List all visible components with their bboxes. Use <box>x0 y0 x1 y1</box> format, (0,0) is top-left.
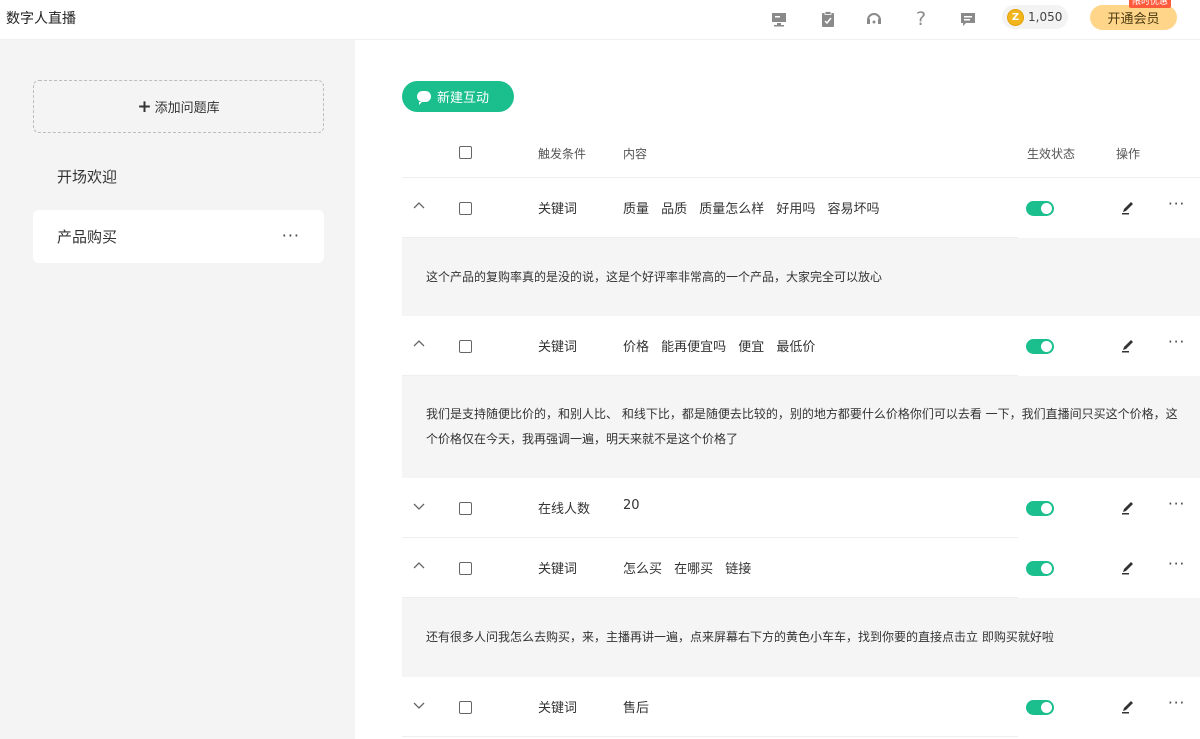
chevron-down-icon[interactable] <box>412 499 426 513</box>
sidebar-item-product-purchase[interactable]: 产品购买 ··· <box>33 210 324 263</box>
status-actions-cell: ··· <box>1018 178 1200 238</box>
row-checkbox[interactable] <box>459 340 472 353</box>
column-header-condition: 触发条件 <box>538 147 587 161</box>
support-icon[interactable] <box>862 8 886 30</box>
edit-icon[interactable] <box>1120 499 1136 515</box>
add-question-library-button[interactable]: + 添加问题库 <box>33 80 324 133</box>
edit-icon[interactable] <box>1120 698 1136 714</box>
chevron-up-icon[interactable] <box>412 337 426 351</box>
select-all-checkbox[interactable] <box>459 146 472 159</box>
column-header-status: 生效状态 <box>1027 147 1076 161</box>
new-interaction-button[interactable]: 新建互动 <box>402 81 514 112</box>
trigger-condition: 关键词 <box>538 701 578 716</box>
table-row[interactable]: 关键词 售后 ··· <box>402 677 1200 737</box>
vip-button[interactable]: 开通会员 <box>1090 5 1177 30</box>
more-icon[interactable]: ··· <box>1168 195 1185 213</box>
more-icon[interactable]: ··· <box>1168 333 1185 351</box>
more-icon[interactable]: ··· <box>1168 495 1185 513</box>
table-header: 触发条件 内容 生效状态 操作 <box>402 128 1200 178</box>
chevron-up-icon[interactable] <box>412 559 426 573</box>
keyword-content: 价格 能再便宜吗 便宜 最低价 <box>623 340 816 355</box>
top-bar: 数字人直播 ? Z 1,050 开通会员 限时优惠 <box>0 0 1200 40</box>
new-interaction-label: 新建互动 <box>437 91 490 106</box>
edit-icon[interactable] <box>1120 559 1136 575</box>
sidebar-item-label: 开场欢迎 <box>57 168 118 186</box>
row-checkbox[interactable] <box>459 562 472 575</box>
row-checkbox[interactable] <box>459 701 472 714</box>
reply-text: 还有很多人问我怎么去购买，来，主播再讲一遍，点来屏幕右下方的黄色小车车，找到你要… <box>426 630 1054 644</box>
vip-promo-badge: 限时优惠 <box>1129 0 1172 8</box>
reply-detail: 这个产品的复购率真的是没的说，这是个好评率非常高的一个产品，大家完全可以放心 <box>402 238 1200 316</box>
app-title: 数字人直播 <box>6 11 76 27</box>
coin-icon: Z <box>1007 8 1024 26</box>
online-count-value: 20 <box>623 498 640 513</box>
status-toggle[interactable] <box>1026 201 1054 216</box>
keyword-content: 质量 品质 质量怎么样 好用吗 容易坏吗 <box>623 202 880 217</box>
sidebar-item-label: 产品购买 <box>57 228 118 246</box>
row-checkbox[interactable] <box>459 502 472 515</box>
status-actions-cell: ··· <box>1018 478 1200 538</box>
trigger-condition: 关键词 <box>538 562 578 577</box>
status-toggle[interactable] <box>1026 339 1054 354</box>
trigger-condition: 在线人数 <box>538 502 591 517</box>
row-checkbox[interactable] <box>459 202 472 215</box>
trigger-condition: 关键词 <box>538 202 578 217</box>
reply-detail: 还有很多人问我怎么去购买，来，主播再讲一遍，点来屏幕右下方的黄色小车车，找到你要… <box>402 598 1200 677</box>
edit-icon[interactable] <box>1120 199 1136 215</box>
reply-text: 这个产品的复购率真的是没的说，这是个好评率非常高的一个产品，大家完全可以放心 <box>426 269 883 284</box>
coin-balance[interactable]: Z 1,050 <box>1002 5 1068 29</box>
more-icon[interactable]: ··· <box>1168 694 1185 712</box>
message-icon[interactable] <box>956 8 980 30</box>
add-library-label: 添加问题库 <box>154 101 220 116</box>
status-actions-cell: ··· <box>1018 677 1200 737</box>
status-actions-cell: ··· <box>1018 316 1200 376</box>
column-header-content: 内容 <box>623 147 648 161</box>
chat-bubble-icon <box>417 91 431 105</box>
help-icon[interactable]: ? <box>909 8 933 30</box>
table-row[interactable]: 关键词 怎么买 在哪买 链接 ··· <box>402 538 1200 598</box>
reply-text: 我们是支持随便比价的，和别人比、 和线下比，都是随便去比较的，别的地方都要什么价… <box>426 407 1178 446</box>
column-header-actions: 操作 <box>1116 147 1141 161</box>
status-actions-cell: ··· <box>1018 538 1200 598</box>
coin-amount: 1,050 <box>1028 10 1063 24</box>
chevron-up-icon[interactable] <box>412 199 426 213</box>
status-toggle[interactable] <box>1026 561 1054 576</box>
clipboard-icon[interactable] <box>816 8 840 30</box>
monitor-icon[interactable] <box>767 8 791 30</box>
sidebar-item-opening-welcome[interactable]: 开场欢迎 <box>33 150 324 203</box>
question-library-sidebar: + 添加问题库 开场欢迎 产品购买 ··· <box>0 40 355 739</box>
trigger-condition: 关键词 <box>538 340 578 355</box>
reply-detail: 我们是支持随便比价的，和别人比、 和线下比，都是随便去比较的，别的地方都要什么价… <box>402 376 1200 478</box>
more-icon[interactable]: ··· <box>282 226 300 245</box>
table-row[interactable]: 关键词 价格 能再便宜吗 便宜 最低价 ··· <box>402 316 1200 376</box>
table-row[interactable]: 关键词 质量 品质 质量怎么样 好用吗 容易坏吗 ··· <box>402 178 1200 238</box>
status-toggle[interactable] <box>1026 700 1054 715</box>
chevron-down-icon[interactable] <box>412 698 426 712</box>
keyword-content: 售后 <box>623 701 650 716</box>
plus-icon: + <box>137 96 152 117</box>
status-toggle[interactable] <box>1026 501 1054 516</box>
table-row[interactable]: 在线人数 20 ··· <box>402 478 1200 538</box>
edit-icon[interactable] <box>1120 337 1136 353</box>
keyword-content: 怎么买 在哪买 链接 <box>623 562 752 577</box>
more-icon[interactable]: ··· <box>1168 555 1185 573</box>
